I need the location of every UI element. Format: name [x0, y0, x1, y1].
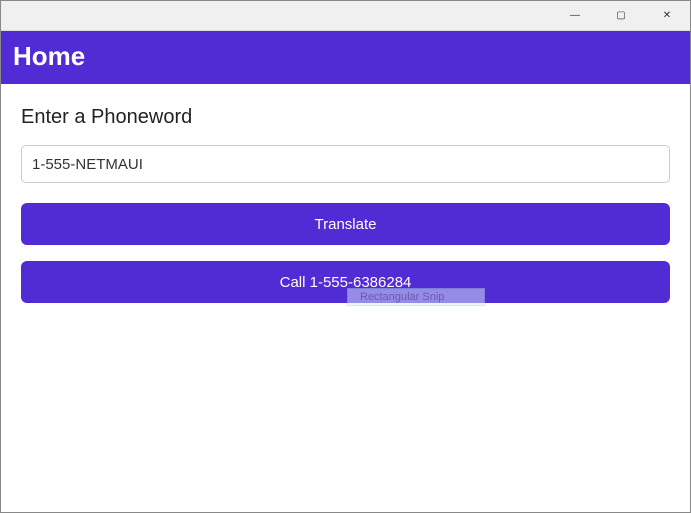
- translate-button[interactable]: Translate: [21, 203, 670, 245]
- snip-mode-tooltip: Rectangular Snip: [347, 288, 485, 306]
- window-titlebar: — ▢ ✕: [1, 1, 690, 31]
- prompt-label: Enter a Phoneword: [21, 106, 670, 129]
- minimize-button[interactable]: —: [552, 1, 598, 31]
- page-title: Home: [13, 41, 678, 72]
- app-bar: Home: [1, 31, 690, 84]
- close-button[interactable]: ✕: [644, 1, 690, 31]
- minimize-icon: —: [570, 10, 580, 21]
- call-button[interactable]: Call 1-555-6386284: [21, 261, 670, 303]
- main-content: Enter a Phoneword Translate Call 1-555-6…: [1, 84, 690, 341]
- phoneword-input[interactable]: [21, 145, 670, 183]
- maximize-button[interactable]: ▢: [598, 1, 644, 31]
- close-icon: ✕: [663, 10, 671, 21]
- maximize-icon: ▢: [616, 10, 625, 21]
